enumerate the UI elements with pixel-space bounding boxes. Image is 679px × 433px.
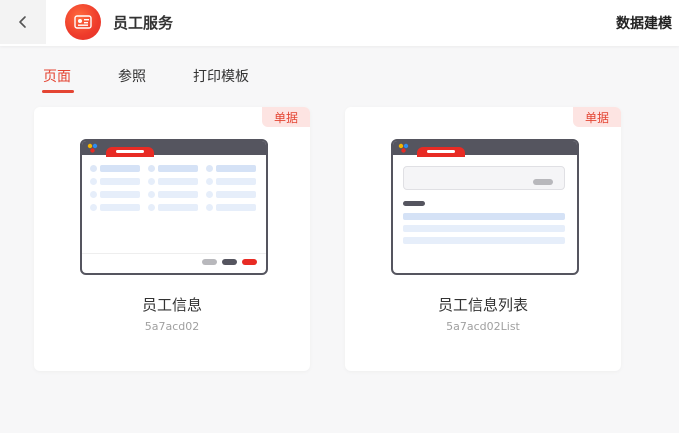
document-type-badge: 单据 (573, 107, 621, 127)
list-preview-thumbnail (391, 139, 579, 275)
card-code: 5a7acd02List (446, 320, 520, 333)
tab-references[interactable]: 参照 (118, 66, 146, 86)
form-preview-thumbnail (80, 139, 268, 275)
card-title: 员工信息列表 (437, 297, 528, 314)
app-title: 员工服务 (113, 15, 174, 32)
page-card-employee-info-list[interactable]: 单据 员工信息列表 5a7acd02List (345, 107, 621, 371)
data-modeling-link[interactable]: 数据建模 (616, 13, 672, 33)
chevron-left-icon (19, 16, 26, 28)
top-header: 员工服务 数据建模 (0, 0, 679, 46)
page-card-employee-info[interactable]: 单据 员工信息 5a7acd02 (34, 107, 310, 371)
document-type-badge: 单据 (262, 107, 310, 127)
card-title: 员工信息 (141, 297, 202, 314)
tab-print-templates[interactable]: 打印模板 (193, 66, 249, 86)
active-tab-indicator (42, 90, 74, 93)
card-code: 5a7acd02 (144, 320, 200, 333)
back-button[interactable] (0, 0, 46, 44)
app-logo-icon (65, 4, 101, 40)
tab-pages[interactable]: 页面 (43, 66, 71, 86)
tab-bar: 页面 参照 打印模板 (0, 46, 679, 94)
